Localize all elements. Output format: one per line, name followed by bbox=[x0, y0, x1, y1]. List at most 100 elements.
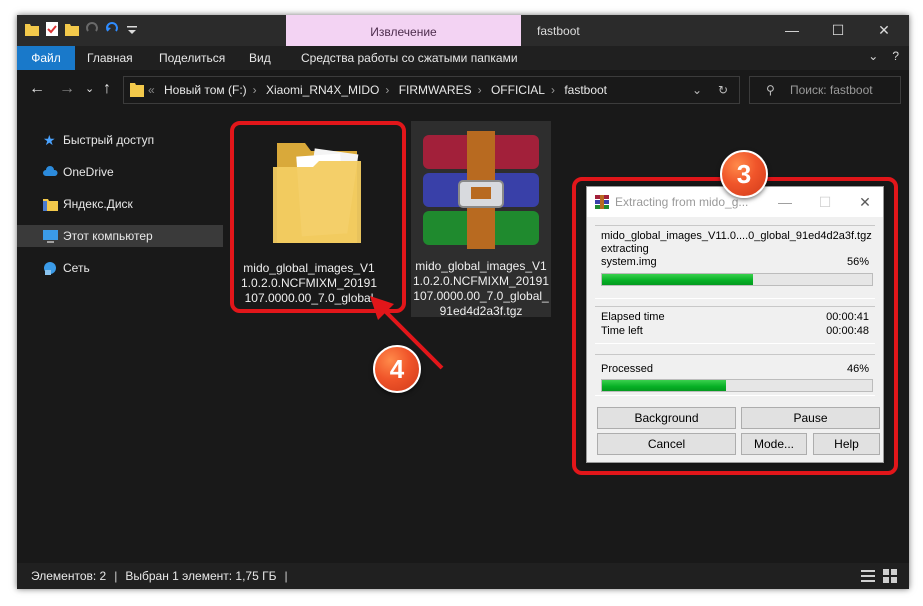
nav-item-quick-access[interactable]: ★ Быстрый доступ bbox=[17, 129, 223, 151]
window-title: fastboot bbox=[537, 24, 580, 38]
dialog-close-button[interactable]: ✕ bbox=[845, 187, 885, 217]
folder-icon bbox=[25, 24, 39, 36]
large-icons-view-icon[interactable] bbox=[883, 569, 897, 583]
highlight-frame-folder bbox=[230, 121, 406, 313]
tab-compressed-tools[interactable]: Средства работы со сжатыми папками bbox=[291, 46, 528, 70]
tab-file[interactable]: Файл bbox=[17, 46, 75, 70]
processed-progress-bar bbox=[601, 379, 873, 392]
refresh-icon[interactable]: ↻ bbox=[718, 77, 728, 103]
chevron-right-icon: › bbox=[252, 83, 257, 97]
redo-icon[interactable] bbox=[85, 21, 99, 37]
current-file-panel: mido_global_images_V11.0....0_global_91e… bbox=[595, 225, 875, 299]
dialog-minimize-button[interactable]: — bbox=[765, 187, 805, 217]
archive-name: mido_global_images_V11.0....0_global_91e… bbox=[601, 230, 872, 242]
nav-item-network[interactable]: Сеть bbox=[17, 257, 223, 279]
search-input[interactable]: ⚲ Поиск: fastboot bbox=[749, 76, 901, 104]
tab-home[interactable]: Главная bbox=[77, 46, 143, 70]
search-placeholder: Поиск: fastboot bbox=[790, 83, 873, 97]
status-bar: Элементов: 2 | Выбран 1 элемент: 1,75 ГБ | bbox=[17, 563, 909, 589]
chevron-down-icon[interactable]: ⌄ bbox=[868, 49, 878, 63]
network-icon bbox=[44, 262, 56, 275]
breadcrumb-drive[interactable]: Новый том (F:) bbox=[164, 83, 247, 97]
context-tab-extract[interactable]: Извлечение bbox=[286, 15, 521, 46]
nav-item-onedrive[interactable]: OneDrive bbox=[17, 161, 223, 183]
nav-item-label: Сеть bbox=[63, 261, 90, 275]
back-arrow-icon[interactable]: ← bbox=[29, 80, 45, 98]
recent-locations-chevron-icon[interactable]: ⌄ bbox=[85, 80, 94, 98]
processed-panel: Processed 46% bbox=[595, 354, 875, 396]
address-toolbar: ← → ⌄ ↑ « Новый том (F:) › Xiaomi_RN4X_MI… bbox=[17, 70, 909, 110]
nav-item-label: Быстрый доступ bbox=[63, 133, 155, 147]
maximize-button[interactable]: ☐ bbox=[815, 15, 861, 46]
winrar-archive-icon bbox=[423, 131, 539, 249]
tab-view[interactable]: Вид bbox=[239, 46, 281, 70]
time-left-row: Time left 00:00:48 bbox=[601, 325, 869, 338]
step-badge-4: 4 bbox=[373, 345, 421, 393]
breadcrumb-fastboot[interactable]: fastboot bbox=[564, 83, 607, 97]
help-icon[interactable]: ? bbox=[892, 49, 899, 63]
winrar-icon bbox=[595, 195, 609, 209]
background-button[interactable]: Background bbox=[597, 407, 736, 429]
processed-row: Processed 46% bbox=[601, 363, 869, 376]
address-dropdown-icon[interactable]: ⌄ bbox=[692, 77, 702, 103]
chevron-right-icon: › bbox=[477, 83, 482, 97]
navigation-pane: ★ Быстрый доступ OneDrive Яндекс.Диск Эт… bbox=[17, 115, 227, 563]
ribbon-controls: ⌄ ? bbox=[868, 49, 899, 63]
chevron-right-icon: › bbox=[385, 83, 390, 97]
selection-info: Выбран 1 элемент: 1,75 ГБ bbox=[125, 569, 277, 583]
nav-item-label: OneDrive bbox=[63, 165, 114, 179]
breadcrumb-official[interactable]: OFFICIAL bbox=[491, 83, 545, 97]
archive-item[interactable]: mido_global_images_V11.0.2.0.NCFMIXM_201… bbox=[411, 121, 551, 318]
star-icon: ★ bbox=[43, 132, 56, 148]
step-badge-3: 3 bbox=[720, 150, 768, 198]
close-button[interactable]: ✕ bbox=[861, 15, 907, 46]
view-switcher bbox=[861, 569, 897, 583]
new-folder-icon[interactable] bbox=[65, 21, 79, 37]
forward-arrow-icon[interactable]: → bbox=[59, 80, 75, 98]
title-bar: Извлечение fastboot — ☐ ✕ bbox=[17, 15, 909, 46]
nav-item-this-pc[interactable]: Этот компьютер bbox=[17, 225, 223, 247]
up-arrow-icon[interactable]: ↑ bbox=[103, 80, 111, 98]
time-left-value: 00:00:48 bbox=[826, 325, 869, 337]
undo-icon[interactable] bbox=[105, 21, 119, 37]
elapsed-value: 00:00:41 bbox=[826, 311, 869, 323]
breadcrumb: Новый том (F:) › Xiaomi_RN4X_MIDO › FIRMWA… bbox=[164, 77, 607, 103]
minimize-button[interactable]: — bbox=[769, 15, 815, 46]
processed-progress-fill bbox=[602, 380, 727, 391]
tab-share[interactable]: Поделиться bbox=[149, 46, 235, 70]
elapsed-row: Elapsed time 00:00:41 bbox=[601, 311, 869, 324]
processed-percent: 46% bbox=[846, 363, 869, 375]
breadcrumb-firmwares[interactable]: FIRMWARES bbox=[399, 83, 472, 97]
properties-icon[interactable] bbox=[45, 21, 59, 37]
yandex-disk-icon bbox=[43, 199, 58, 211]
details-view-icon[interactable] bbox=[861, 569, 875, 583]
pause-button[interactable]: Pause bbox=[741, 407, 880, 429]
current-file-name: system.img bbox=[601, 256, 657, 268]
address-bar[interactable]: « Новый том (F:) › Xiaomi_RN4X_MIDO › FIRM… bbox=[123, 76, 740, 104]
time-left-label: Time left bbox=[601, 325, 643, 337]
cloud-icon bbox=[43, 166, 58, 176]
dialog-maximize-button[interactable]: ☐ bbox=[805, 187, 845, 217]
processed-label: Processed bbox=[601, 363, 653, 375]
file-progress-bar bbox=[601, 273, 873, 286]
mode-button[interactable]: Mode... bbox=[741, 433, 807, 455]
help-button[interactable]: Help bbox=[813, 433, 880, 455]
breadcrumb-xiaomi[interactable]: Xiaomi_RN4X_MIDO bbox=[266, 83, 379, 97]
file-progress-fill bbox=[602, 274, 754, 285]
current-file-row: system.img 56% bbox=[601, 256, 869, 269]
items-count: Элементов: 2 bbox=[31, 569, 107, 583]
folder-icon bbox=[130, 83, 144, 97]
breadcrumb-overflow-icon[interactable]: « bbox=[148, 77, 155, 103]
nav-item-label: Этот компьютер bbox=[63, 229, 153, 243]
computer-icon bbox=[43, 230, 58, 243]
chevron-right-icon: › bbox=[550, 83, 555, 97]
ribbon: Файл Главная Поделиться Вид Средства раб… bbox=[17, 46, 909, 70]
time-panel: Elapsed time 00:00:41 Time left 00:00:48 bbox=[595, 306, 875, 344]
search-icon: ⚲ bbox=[766, 83, 775, 97]
file-percent: 56% bbox=[846, 256, 869, 268]
customize-toolbar-icon[interactable] bbox=[125, 21, 139, 37]
action-text: extracting bbox=[601, 243, 649, 255]
cancel-button[interactable]: Cancel bbox=[597, 433, 736, 455]
nav-item-yandex-disk[interactable]: Яндекс.Диск bbox=[17, 193, 223, 215]
elapsed-label: Elapsed time bbox=[601, 311, 665, 323]
